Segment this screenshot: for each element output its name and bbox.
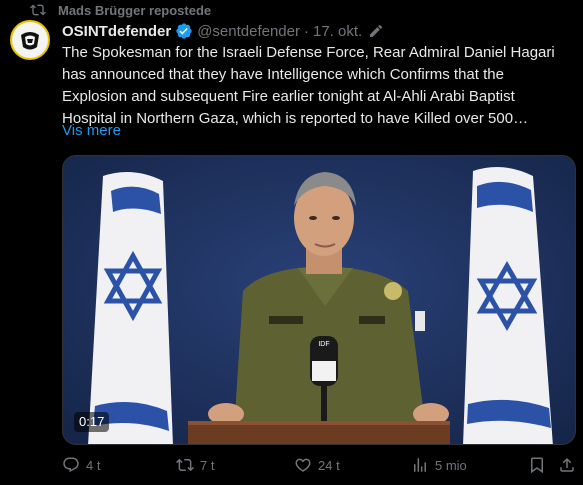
views-chart-icon (414, 458, 426, 472)
like-button[interactable]: 24 t (294, 456, 340, 474)
video-player[interactable]: IDF (62, 155, 576, 445)
tweet-text: The Spokesman for the Israeli Defense Fo… (62, 42, 572, 130)
separator-dot: · (303, 22, 309, 40)
tweet-card[interactable]: Mads Brügger repostede OSINTdefender @se… (0, 0, 583, 485)
views-button[interactable]: 5 mio (411, 456, 467, 474)
repost-button[interactable]: 7 t (176, 456, 214, 474)
verified-badge-icon (175, 22, 193, 40)
share-icon (560, 457, 574, 472)
tweet-actions: 4 t 7 t 24 t 5 mio (62, 452, 576, 482)
edited-pencil-icon[interactable] (368, 23, 384, 39)
avatar-logo-icon (14, 24, 46, 56)
heart-icon (295, 458, 311, 472)
author-handle[interactable]: @sentdefender (197, 23, 300, 40)
bookmark-button[interactable] (528, 456, 552, 474)
repost-count: 7 t (200, 457, 215, 473)
author-name[interactable]: OSINTdefender (62, 23, 171, 40)
mic-label: IDF (318, 341, 329, 348)
views-count: 5 mio (435, 457, 467, 473)
reply-count: 4 t (86, 457, 101, 473)
tweet-body: The Spokesman for the Israeli Defense Fo… (62, 44, 555, 127)
reply-button[interactable]: 4 t (62, 456, 100, 474)
show-more-link[interactable]: Vis mere (62, 122, 121, 139)
tweet-header: OSINTdefender @sentdefender · 17. okt. (62, 20, 384, 42)
reply-icon (63, 457, 79, 473)
avatar[interactable] (10, 20, 50, 60)
repost-icon (30, 4, 46, 16)
share-button[interactable] (558, 456, 582, 474)
bookmark-icon (531, 457, 543, 474)
like-count: 24 t (318, 457, 340, 473)
video-frame: IDF (63, 156, 575, 444)
repost-text[interactable]: Mads Brügger repostede (58, 3, 211, 18)
repost-action-icon (176, 458, 194, 472)
video-duration: 0:17 (74, 412, 110, 432)
repost-indicator: Mads Brügger repostede (30, 0, 211, 20)
tweet-date[interactable]: 17. okt. (313, 23, 362, 40)
